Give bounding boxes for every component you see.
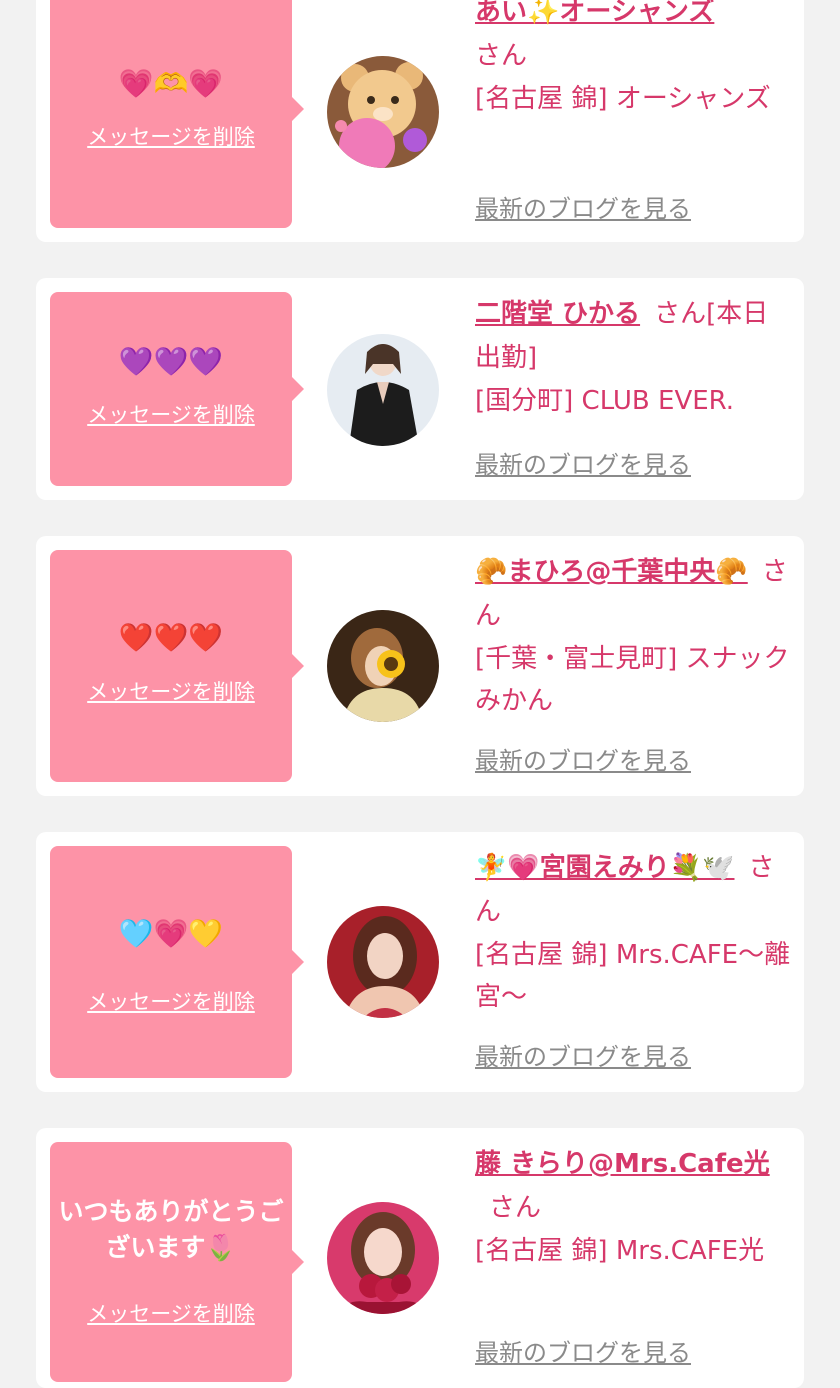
message-text: 🩵💗💛 xyxy=(118,917,224,950)
cast-name-link[interactable]: あい✨オーシャンズ xyxy=(475,0,714,27)
message-text: 💗🫶💗 xyxy=(118,67,224,100)
message-text: いつもありがとうございます🌷 xyxy=(58,1197,284,1262)
latest-blog-link[interactable]: 最新のブログを見る xyxy=(475,194,691,224)
woman-pink-roses-avatar[interactable] xyxy=(327,1202,439,1314)
woman-black-dress-avatar[interactable] xyxy=(327,334,439,446)
woman-sunflower-avatar[interactable] xyxy=(327,610,439,722)
message-text: 💜💜💜 xyxy=(118,345,224,378)
cast-name-link[interactable]: 二階堂 ひかる xyxy=(475,299,640,329)
delete-message-link[interactable]: メッセージを削除 xyxy=(50,678,292,706)
delete-message-link[interactable]: メッセージを削除 xyxy=(50,123,292,151)
message-bubble: いつもありがとうございます🌷 メッセージを削除 xyxy=(50,1142,304,1382)
cast-name-link[interactable]: 藤 きらり@Mrs.Cafe光 xyxy=(475,1149,770,1179)
shop-text: [名古屋 錦] オーシャンズ xyxy=(475,84,771,114)
message-bubble: 🩵💗💛 メッセージを削除 xyxy=(50,846,304,1078)
message-bubble: 💗🫶💗 メッセージを削除 xyxy=(50,0,304,228)
message-card: いつもありがとうございます🌷 メッセージを削除 藤 きらり@Mrs.Cafe光さ… xyxy=(36,1128,804,1388)
woman-red-background-avatar[interactable] xyxy=(327,906,439,1018)
cast-info: 藤 きらり@Mrs.Cafe光さん [名古屋 錦] Mrs.CAFE光 xyxy=(475,1142,793,1272)
shop-text: [名古屋 錦] Mrs.CAFE〜離宮〜 xyxy=(475,940,791,1012)
shop-text: [国分町] CLUB EVER. xyxy=(475,386,735,416)
latest-blog-link[interactable]: 最新のブログを見る xyxy=(475,450,691,480)
message-card: 💜💜💜 メッセージを削除 二階堂 ひかる さん[本日出勤] [国分町] CLUB … xyxy=(36,278,804,500)
cast-info: 🧚💗宮園えみり💐🕊️ さん [名古屋 錦] Mrs.CAFE〜離宮〜 xyxy=(475,846,793,1018)
teddy-bear-avatar[interactable] xyxy=(327,56,439,168)
cast-info: 二階堂 ひかる さん[本日出勤] [国分町] CLUB EVER. xyxy=(475,292,793,422)
latest-blog-link[interactable]: 最新のブログを見る xyxy=(475,746,691,776)
message-card: 💗🫶💗 メッセージを削除 あい✨オーシャンズ さん [名古屋 錦] オーシャンズ… xyxy=(36,0,804,242)
cast-name-link[interactable]: 🧚💗宮園えみり💐🕊️ xyxy=(475,853,735,883)
honorific-text: さん xyxy=(489,1193,542,1223)
delete-message-link[interactable]: メッセージを削除 xyxy=(50,1300,292,1328)
latest-blog-link[interactable]: 最新のブログを見る xyxy=(475,1338,691,1368)
cast-info: あい✨オーシャンズ さん [名古屋 錦] オーシャンズ xyxy=(475,0,793,120)
cast-info: 🥐まひろ@千葉中央🥐 さん [千葉・富士見町] スナックみかん xyxy=(475,550,793,722)
cast-name-link[interactable]: 🥐まひろ@千葉中央🥐 xyxy=(475,557,748,587)
honorific-text: さん xyxy=(475,41,528,71)
message-text: ❤️❤️❤️ xyxy=(118,621,224,654)
message-bubble: ❤️❤️❤️ メッセージを削除 xyxy=(50,550,304,782)
message-card: 🩵💗💛 メッセージを削除 🧚💗宮園えみり💐🕊️ さん [名古屋 錦] Mrs.CA… xyxy=(36,832,804,1092)
shop-text: [名古屋 錦] Mrs.CAFE光 xyxy=(475,1236,765,1266)
delete-message-link[interactable]: メッセージを削除 xyxy=(50,401,292,429)
shop-text: [千葉・富士見町] スナックみかん xyxy=(475,644,790,716)
message-bubble: 💜💜💜 メッセージを削除 xyxy=(50,292,304,486)
delete-message-link[interactable]: メッセージを削除 xyxy=(50,988,292,1016)
honorific-text: さん xyxy=(654,299,707,329)
latest-blog-link[interactable]: 最新のブログを見る xyxy=(475,1042,691,1072)
message-card: ❤️❤️❤️ メッセージを削除 🥐まひろ@千葉中央🥐 さん [千葉・富士見町] ス… xyxy=(36,536,804,796)
